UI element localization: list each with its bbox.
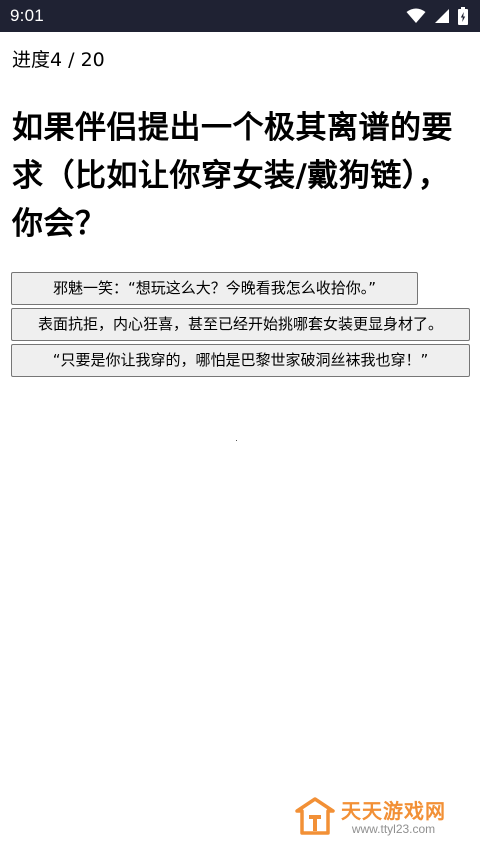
battery-icon (458, 7, 468, 25)
watermark-logo-icon (295, 797, 335, 839)
question-title: 如果伴侣提出一个极其离谱的要求（比如让你穿女装/戴狗链），你会？ (12, 110, 453, 242)
status-bar: 9:01 (0, 0, 480, 32)
watermark-url: www.ttyl23.com (351, 822, 436, 836)
progress-label: 进度4 / 20 (12, 49, 105, 71)
watermark-text: 天天游戏网 www.ttyl23.com (341, 800, 446, 836)
status-time: 9:01 (10, 6, 44, 25)
signal-icon (434, 8, 450, 24)
option-button-3[interactable]: “只要是你让我穿的，哪怕是巴黎世家破洞丝袜我也穿！” (11, 344, 470, 377)
wifi-icon (406, 8, 426, 24)
answer-options: 邪魅一笑：“想玩这么大？今晚看我怎么收拾你。” 表面抗拒，内心狂喜，甚至已经开始… (11, 272, 470, 380)
option-button-2[interactable]: 表面抗拒，内心狂喜，甚至已经开始挑哪套女装更显身材了。 (11, 308, 470, 341)
option-button-1[interactable]: 邪魅一笑：“想玩这么大？今晚看我怎么收拾你。” (11, 272, 418, 305)
watermark-name: 天天游戏网 (341, 799, 446, 823)
watermark: 天天游戏网 www.ttyl23.com (295, 797, 446, 839)
status-icons (406, 7, 468, 25)
decorative-dot (236, 440, 237, 441)
